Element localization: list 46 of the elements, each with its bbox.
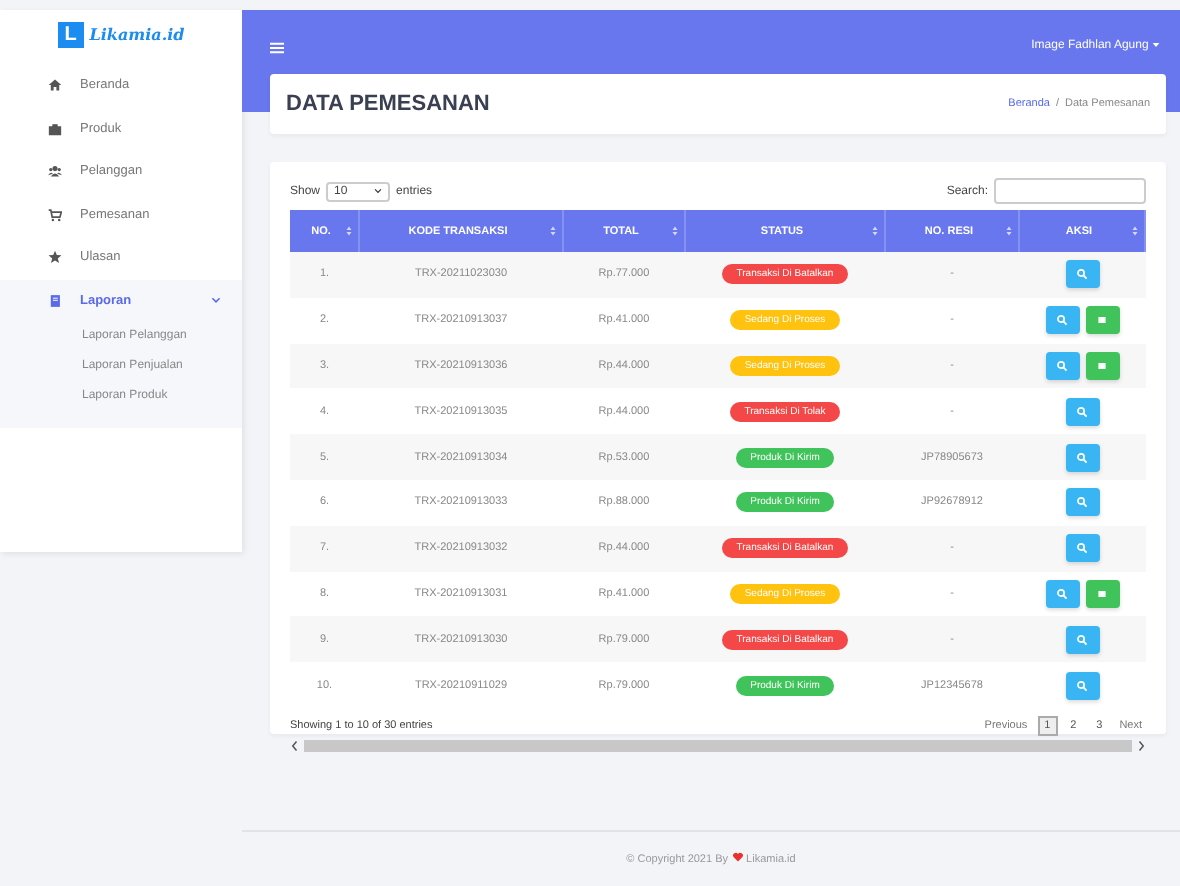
confirm-button[interactable] xyxy=(1085,351,1119,380)
search-icon xyxy=(1076,542,1088,555)
search-icon xyxy=(1076,496,1088,509)
view-button[interactable] xyxy=(1065,260,1099,289)
search-icon xyxy=(1076,679,1088,692)
view-button[interactable] xyxy=(1065,397,1099,426)
view-button[interactable] xyxy=(1045,306,1079,335)
view-button[interactable] xyxy=(1065,671,1099,700)
scroll-right-icon[interactable] xyxy=(1136,739,1146,752)
menu-icon[interactable] xyxy=(270,42,284,54)
search-icon xyxy=(1076,268,1088,281)
home-icon xyxy=(48,78,62,93)
view-button[interactable] xyxy=(1045,351,1079,380)
confirm-button[interactable] xyxy=(1085,579,1119,608)
horizontal-scrollbar[interactable] xyxy=(290,739,1146,752)
search-icon xyxy=(1056,587,1068,600)
sort-icon[interactable] xyxy=(872,226,878,236)
sort-icon[interactable] xyxy=(346,226,352,236)
page-title: DATA PEMESANAN xyxy=(286,92,490,116)
search-icon xyxy=(1056,359,1068,372)
view-button[interactable] xyxy=(1065,625,1099,654)
users-icon xyxy=(48,164,62,179)
search-icon xyxy=(1076,451,1088,464)
view-button[interactable] xyxy=(1065,443,1099,472)
scroll-left-icon[interactable] xyxy=(290,739,300,752)
sort-icon[interactable] xyxy=(1006,226,1012,236)
cart-icon xyxy=(48,207,62,222)
book-icon xyxy=(48,293,62,308)
briefcase-icon xyxy=(48,121,62,136)
confirm-button[interactable] xyxy=(1085,306,1119,335)
search-icon xyxy=(1076,405,1088,418)
view-button[interactable] xyxy=(1065,534,1099,563)
sort-icon[interactable] xyxy=(1132,226,1138,236)
heart-icon xyxy=(731,852,744,862)
caret-icon[interactable] xyxy=(1152,42,1160,48)
search-field[interactable] xyxy=(994,178,1146,204)
brand-name: Likamia.id xyxy=(89,24,185,44)
sort-icon[interactable] xyxy=(550,226,556,236)
view-button[interactable] xyxy=(1065,488,1099,517)
search-icon xyxy=(1056,314,1068,327)
star-icon xyxy=(48,250,62,265)
chevron-down-icon[interactable] xyxy=(374,188,383,194)
search-icon xyxy=(1076,633,1088,646)
logo-icon: L xyxy=(57,21,84,47)
sort-icon[interactable] xyxy=(672,226,678,236)
view-button[interactable] xyxy=(1045,579,1079,608)
